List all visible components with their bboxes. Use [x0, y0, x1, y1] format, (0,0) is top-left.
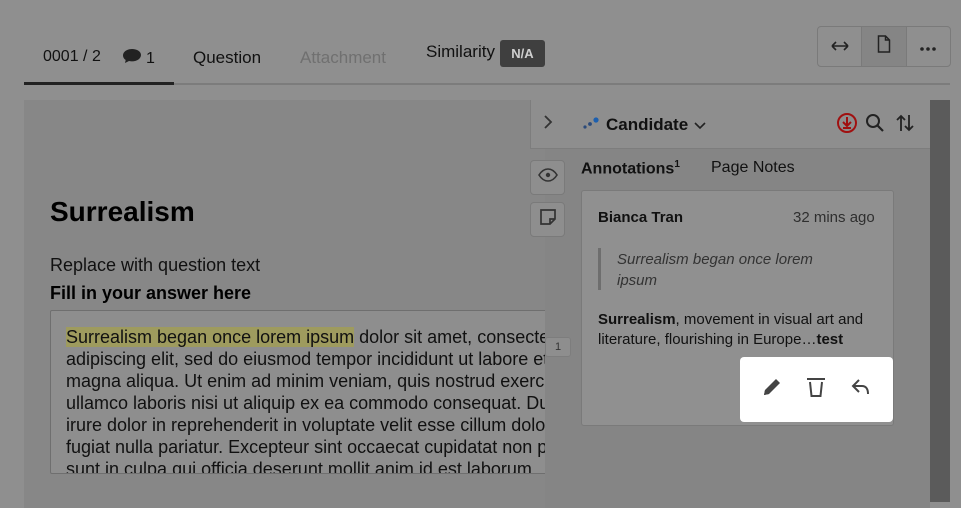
- document-icon: [877, 35, 891, 58]
- quote-bar: [598, 248, 601, 290]
- candidate-icon: [582, 115, 600, 135]
- download-icon: [836, 112, 858, 139]
- sticky-note-icon: [539, 208, 557, 231]
- expand-horizontal-button[interactable]: [818, 27, 863, 66]
- annotation-actions: [740, 357, 893, 422]
- search-icon: [865, 113, 885, 138]
- page-current: 0001: [43, 48, 79, 65]
- more-icon: [920, 38, 937, 56]
- search-button[interactable]: [864, 113, 886, 138]
- eye-icon: [537, 168, 558, 187]
- reply-button[interactable]: [847, 376, 875, 404]
- edit-button[interactable]: [758, 376, 786, 404]
- tab-similarity[interactable]: Similarity: [426, 42, 495, 62]
- active-tab-indicator: [24, 82, 174, 85]
- trash-icon: [806, 376, 826, 403]
- sort-arrows-icon: [895, 113, 915, 138]
- tab-question[interactable]: Question: [193, 48, 261, 68]
- app-screen: 0001 / 2 1 Question Attachment Similarit…: [0, 0, 961, 508]
- annotation-body-bold: Surrealism: [598, 311, 676, 328]
- download-button[interactable]: [836, 112, 858, 139]
- annotation-time: 32 mins ago: [793, 209, 875, 226]
- tab-attachment[interactable]: Attachment: [300, 48, 386, 68]
- candidate-dropdown[interactable]: Candidate: [582, 115, 706, 135]
- tab-page-number[interactable]: 0001 / 2: [43, 48, 101, 66]
- tab-annotations-label: Annotations: [581, 160, 675, 178]
- annotation-marker[interactable]: 1: [545, 337, 571, 357]
- answer-body: dolor sit amet, consectetur adipiscing e…: [66, 327, 550, 474]
- annotation-quote: Surrealism began once lorem ipsum: [617, 251, 813, 289]
- toggle-visibility-button[interactable]: [530, 160, 565, 195]
- chevron-right-icon: [543, 114, 553, 134]
- view-toolbar: [817, 26, 951, 67]
- comment-count[interactable]: 1: [122, 48, 155, 69]
- answer-box[interactable]: Surrealism began once lorem ipsum dolor …: [50, 310, 550, 474]
- pencil-icon: [761, 376, 783, 403]
- question-text: Replace with question text: [50, 255, 261, 275]
- expand-horizontal-icon: [831, 38, 849, 56]
- question-title: Surrealism: [50, 196, 195, 227]
- annotations-count: 1: [674, 159, 680, 170]
- tab-annotations[interactable]: Annotations1: [581, 159, 680, 178]
- document-view-button[interactable]: [862, 27, 907, 66]
- comment-count-value: 1: [146, 49, 155, 67]
- tab-page-notes[interactable]: Page Notes: [711, 159, 795, 177]
- answer-label: Fill in your answer here: [50, 283, 252, 303]
- candidate-label: Candidate: [606, 115, 689, 134]
- annotation-body: Surrealism, movement in visual art and l…: [598, 310, 883, 350]
- page-separator: /: [83, 48, 88, 65]
- scrollbar[interactable]: [930, 100, 950, 502]
- chevron-down-icon: [694, 115, 706, 135]
- reply-icon: [851, 378, 871, 401]
- more-options-button[interactable]: [907, 27, 950, 66]
- comment-icon: [122, 48, 142, 69]
- answer-text[interactable]: Surrealism began once lorem ipsum dolor …: [66, 326, 550, 474]
- highlighted-text[interactable]: Surrealism began once lorem ipsum: [66, 327, 355, 347]
- similarity-badge: N/A: [500, 40, 545, 67]
- collapse-sidebar-button[interactable]: [538, 114, 558, 134]
- annotation-author: Bianca Tran: [598, 209, 684, 226]
- delete-button[interactable]: [802, 376, 830, 404]
- annotation-body-tail: test: [816, 331, 844, 348]
- sort-button[interactable]: [894, 114, 916, 136]
- page-total: 2: [91, 48, 101, 65]
- add-note-button[interactable]: [530, 202, 565, 237]
